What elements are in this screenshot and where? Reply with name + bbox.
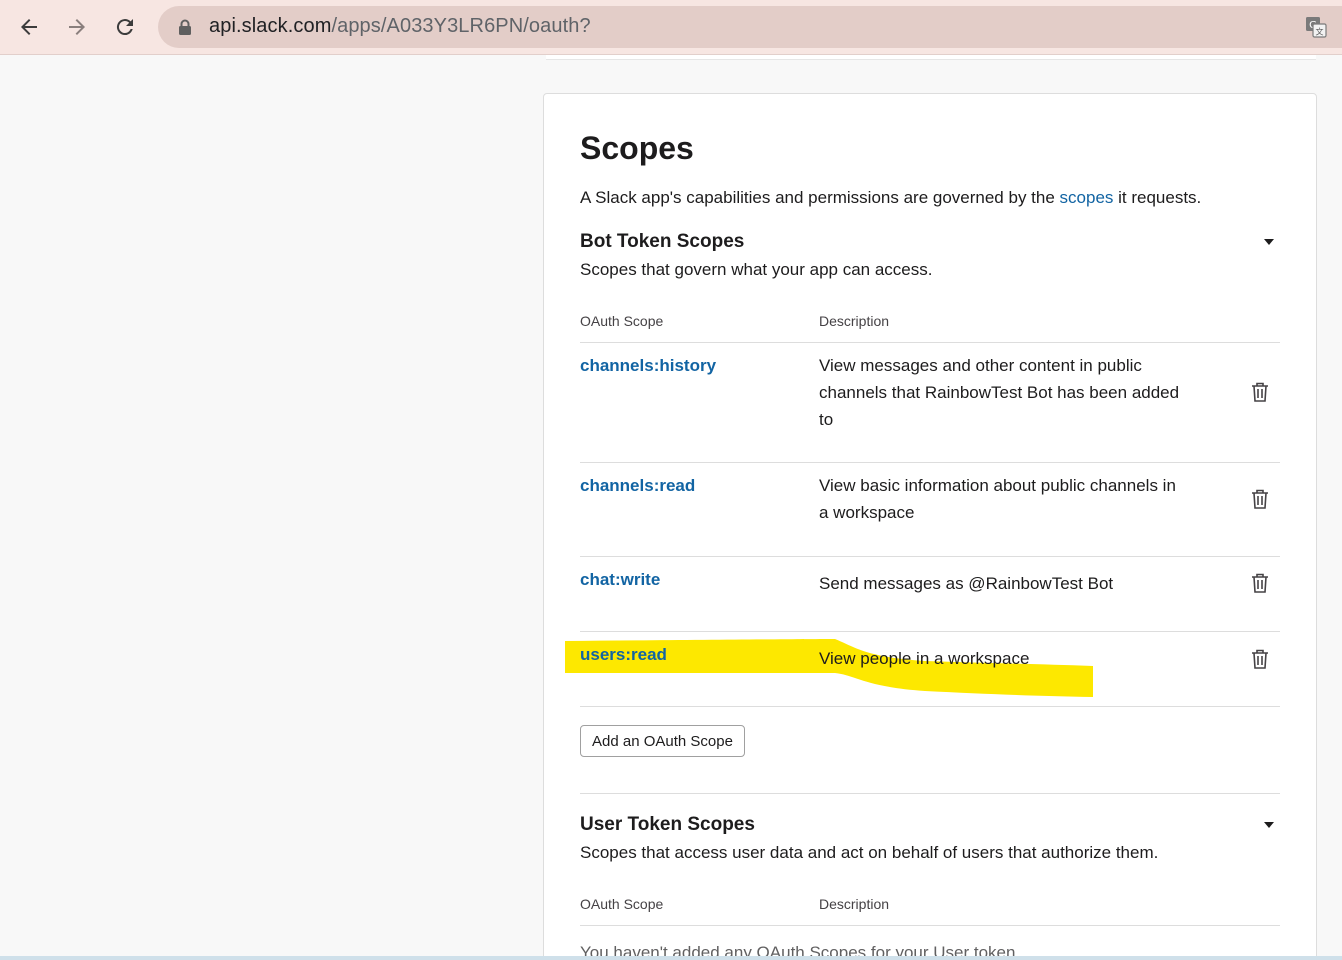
user-token-scopes-title: User Token Scopes bbox=[580, 814, 755, 835]
scopes-description: A Slack app's capabilities and permissio… bbox=[580, 188, 1202, 207]
scope-description: View messages and other content in publi… bbox=[819, 356, 1180, 429]
bot-token-scopes-subtitle: Scopes that govern what your app can acc… bbox=[580, 260, 933, 279]
url-host: api.slack.com bbox=[209, 15, 332, 37]
scope-name-chat-write[interactable]: chat:write bbox=[580, 570, 660, 590]
bot-token-scopes-title: Bot Token Scopes bbox=[580, 231, 745, 252]
description-column-header: Description bbox=[819, 313, 890, 329]
lock-icon[interactable] bbox=[178, 19, 192, 35]
scope-description: View people in a workspace bbox=[819, 649, 1030, 668]
page-title: Scopes bbox=[580, 130, 694, 166]
delete-trash-icon[interactable] bbox=[1250, 381, 1270, 403]
user-token-scopes-subtitle: Scopes that access user data and act on … bbox=[580, 843, 1159, 862]
svg-text:文: 文 bbox=[1316, 27, 1324, 37]
delete-trash-icon[interactable] bbox=[1250, 648, 1270, 670]
browser-toolbar: api.slack.com/apps/A033Y3LR6PN/oauth? G … bbox=[0, 0, 1342, 55]
divider bbox=[580, 556, 1280, 557]
divider bbox=[580, 706, 1280, 707]
user-section-caret-down-icon[interactable] bbox=[1263, 821, 1275, 829]
oauth-scope-column-header: OAuth Scope bbox=[580, 313, 664, 329]
scopes-card: Scopes A Slack app's capabilities and pe… bbox=[543, 93, 1317, 960]
scope-name-channels-history[interactable]: channels:history bbox=[580, 356, 716, 376]
scope-description: View basic information about public chan… bbox=[819, 476, 1176, 522]
url-text[interactable]: api.slack.com/apps/A033Y3LR6PN/oauth? bbox=[209, 15, 591, 38]
window-bottom-edge bbox=[0, 956, 1342, 960]
address-bar[interactable]: api.slack.com/apps/A033Y3LR6PN/oauth? G … bbox=[158, 6, 1342, 48]
forward-arrow-icon[interactable] bbox=[63, 13, 91, 41]
translate-icon[interactable]: G 文 bbox=[1304, 15, 1328, 39]
delete-trash-icon[interactable] bbox=[1250, 572, 1270, 594]
divider bbox=[580, 925, 1280, 926]
url-path: /apps/A033Y3LR6PN/oauth? bbox=[331, 15, 591, 37]
add-oauth-scope-button[interactable]: Add an OAuth Scope bbox=[580, 725, 745, 757]
section-divider bbox=[580, 793, 1280, 794]
divider bbox=[580, 631, 1280, 632]
back-arrow-icon[interactable] bbox=[15, 13, 43, 41]
delete-trash-icon[interactable] bbox=[1250, 488, 1270, 510]
bot-section-caret-down-icon[interactable] bbox=[1263, 238, 1275, 246]
scope-name-users-read[interactable]: users:read bbox=[580, 645, 667, 665]
divider bbox=[580, 342, 1280, 343]
scopes-link[interactable]: scopes bbox=[1060, 188, 1114, 207]
divider bbox=[580, 462, 1280, 463]
scope-description: Send messages as @RainbowTest Bot bbox=[819, 574, 1114, 593]
description-column-header: Description bbox=[819, 896, 890, 912]
previous-card-edge bbox=[546, 55, 1316, 60]
oauth-scope-column-header: OAuth Scope bbox=[580, 896, 664, 912]
reload-icon[interactable] bbox=[111, 13, 139, 41]
scope-name-channels-read[interactable]: channels:read bbox=[580, 476, 695, 496]
